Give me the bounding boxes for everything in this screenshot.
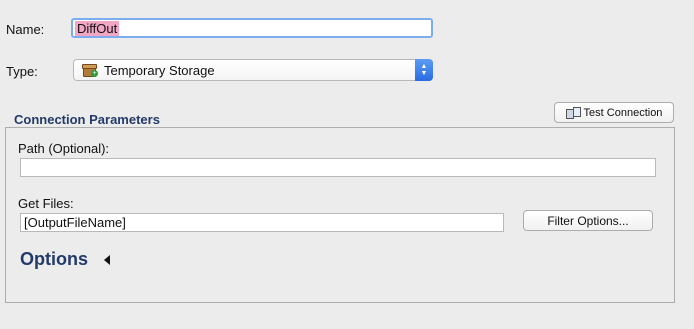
connection-parameters-title: Connection Parameters [14,112,160,127]
path-input[interactable] [20,158,656,177]
name-input[interactable]: DiffOut [71,18,433,38]
filter-options-button[interactable]: Filter Options... [523,210,653,231]
test-connection-label: Test Connection [583,106,663,119]
name-label: Name: [6,22,45,37]
temporary-storage-icon: + [82,63,98,77]
type-select[interactable]: + Temporary Storage ▲ ▼ [73,59,433,81]
name-input-value: DiffOut [75,20,120,36]
test-connection-button[interactable]: Test Connection [554,102,674,123]
get-files-label: Get Files: [18,196,74,211]
type-select-value: Temporary Storage [104,62,215,78]
disclosure-triangle-icon[interactable] [104,255,110,265]
options-toggle[interactable]: Options [20,249,88,270]
test-connection-icon [565,106,581,119]
chevron-up-down-icon: ▲ ▼ [415,59,433,81]
get-files-input[interactable]: [OutputFileName] [20,213,504,232]
type-label: Type: [6,64,38,79]
path-label: Path (Optional): [18,141,110,156]
